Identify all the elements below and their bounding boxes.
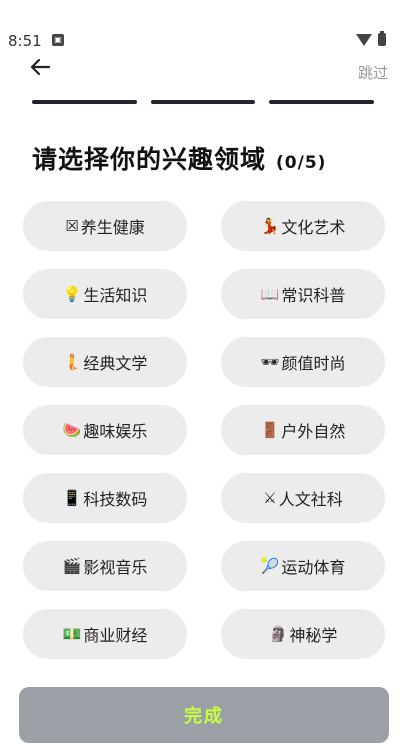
interest-label: 经典文学: [83, 354, 148, 373]
interest-emoji-icon: 🚪: [260, 421, 280, 439]
interest-emoji-icon: 🕶: [260, 353, 280, 371]
interest-emoji-icon: ⚔: [263, 489, 277, 507]
page-title-text: 请选择你的兴趣领域: [32, 145, 267, 174]
interest-emoji-icon: 🗿: [268, 625, 288, 643]
interest-emoji-icon: 🧜: [62, 353, 82, 371]
interest-label: 文化艺术: [281, 218, 346, 237]
interest-emoji-icon: 💃: [260, 217, 280, 235]
interest-emoji-icon: 📱: [62, 489, 82, 507]
interest-chip[interactable]: 🕶 颜值时尚: [221, 337, 385, 387]
interest-chip[interactable]: 🎬 影视音乐: [23, 541, 187, 591]
wifi-icon: [356, 33, 372, 46]
interest-label: 生活知识: [83, 286, 148, 305]
interest-emoji-icon: ☒: [65, 217, 79, 235]
battery-icon: [378, 31, 386, 46]
interest-label: 神秘学: [289, 626, 338, 645]
interest-emoji-icon: 🎬: [62, 557, 82, 575]
status-bar: 8:51 ▣: [0, 0, 400, 50]
interest-label: 运动体育: [281, 558, 346, 577]
interest-chip[interactable]: 💡 生活知识: [23, 269, 187, 319]
done-button[interactable]: 完成: [19, 687, 389, 743]
notification-icon: ▣: [52, 34, 64, 46]
interest-label: 户外自然: [281, 422, 346, 441]
interest-label: 颜值时尚: [281, 354, 346, 373]
interest-chip[interactable]: 🧜 经典文学: [23, 337, 187, 387]
interest-label: 常识科普: [281, 286, 346, 305]
interest-emoji-icon: 💵: [62, 625, 82, 643]
interest-chip[interactable]: 🗿 神秘学: [221, 609, 385, 659]
interest-label: 科技数码: [83, 490, 148, 509]
interest-chip[interactable]: 🎾 运动体育: [221, 541, 385, 591]
interest-label: 养生健康: [80, 218, 145, 237]
interest-emoji-icon: 🍉: [62, 421, 82, 439]
interest-chip[interactable]: ⚔ 人文社科: [221, 473, 385, 523]
interest-label: 商业财经: [83, 626, 148, 645]
progress-step: [150, 100, 256, 104]
interest-emoji-icon: 🎾: [260, 557, 280, 575]
progress-bar: [32, 100, 375, 104]
status-icons: [356, 31, 386, 46]
selection-count: (0/5): [276, 153, 327, 173]
status-time: 8:51: [8, 32, 42, 50]
interest-chip[interactable]: 💃 文化艺术: [221, 201, 385, 251]
interest-emoji-icon: 💡: [62, 285, 82, 303]
page-title: 请选择你的兴趣领域 (0/5): [32, 140, 326, 176]
interest-label: 影视音乐: [83, 558, 148, 577]
interest-chip[interactable]: 📱 科技数码: [23, 473, 187, 523]
interest-chip[interactable]: 🚪 户外自然: [221, 405, 385, 455]
interest-chip[interactable]: ☒ 养生健康: [23, 201, 187, 251]
skip-button[interactable]: 跳过: [358, 62, 388, 83]
arrow-left-icon: [30, 58, 51, 76]
bottom-fade: [0, 672, 400, 686]
interest-emoji-icon: 📖: [260, 285, 280, 303]
interest-chip[interactable]: 📖 常识科普: [221, 269, 385, 319]
progress-step: [32, 100, 137, 104]
interest-chip[interactable]: 🍉 趣味娱乐: [23, 405, 187, 455]
interest-chip[interactable]: 💵 商业财经: [23, 609, 187, 659]
interest-label: 人文社科: [278, 490, 343, 509]
back-button[interactable]: [26, 54, 54, 80]
progress-step: [269, 100, 375, 104]
interest-label: 趣味娱乐: [83, 422, 148, 441]
